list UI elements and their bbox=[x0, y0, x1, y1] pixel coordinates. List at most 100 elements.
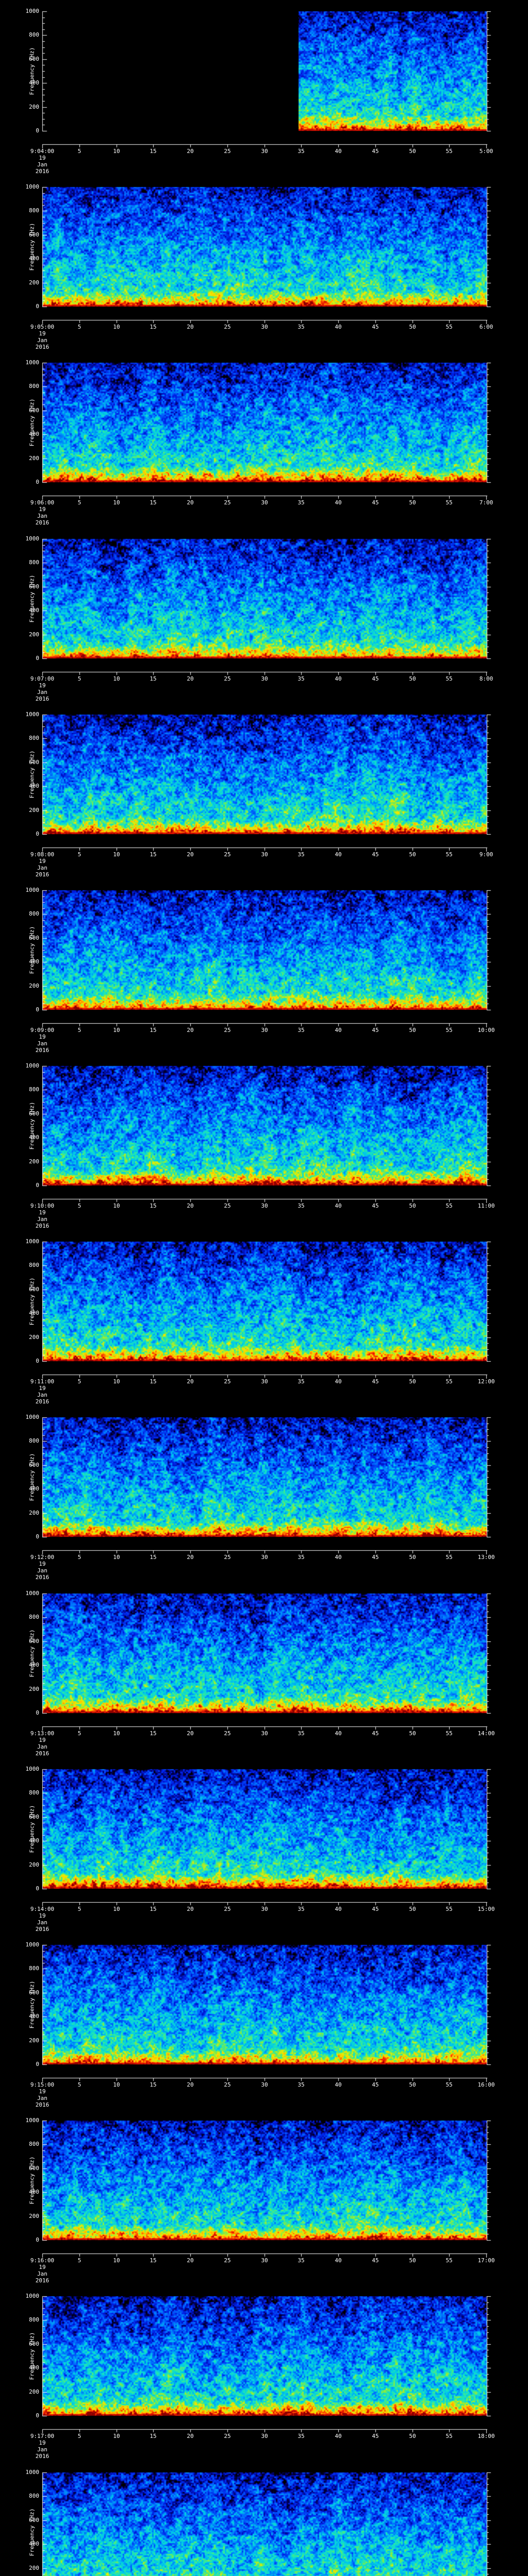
y-tick-label-800: 800 bbox=[29, 559, 39, 566]
frequency-axis-label: Frequency (Hz) bbox=[28, 1277, 36, 1326]
date-year-label: 2016 bbox=[35, 1223, 50, 1229]
start-time-label: 9:06:00 bbox=[30, 499, 55, 506]
y-tick-label-600: 600 bbox=[29, 56, 39, 62]
y-tick-label-400: 400 bbox=[29, 1485, 39, 1492]
time-tick-label-20: 20 bbox=[187, 675, 194, 682]
y-tick-label-0: 0 bbox=[36, 1885, 39, 1892]
time-tick-label-15: 15 bbox=[150, 1730, 157, 1737]
time-tick-label-5: 5 bbox=[77, 675, 81, 682]
time-tick-label-30: 30 bbox=[261, 2433, 268, 2439]
date-year-label: 2016 bbox=[35, 2277, 50, 2284]
y-tick-label-1000: 1000 bbox=[25, 1414, 40, 1420]
y-tick-label-400: 400 bbox=[29, 2013, 39, 2020]
time-tick-label-50: 50 bbox=[409, 1906, 416, 1912]
time-tick-label-25: 25 bbox=[224, 2433, 231, 2439]
spectrogram-panel-6: Frequency (Hz) 1000 800 600 400 200 0 9:… bbox=[0, 879, 528, 1055]
time-tick-label-50: 50 bbox=[409, 1730, 416, 1737]
time-tick-label-10: 10 bbox=[113, 675, 120, 682]
y-tick-label-600: 600 bbox=[29, 231, 39, 238]
time-tick-label-50: 50 bbox=[409, 2433, 416, 2439]
time-tick-label-20: 20 bbox=[187, 148, 194, 155]
time-tick-label-35: 35 bbox=[298, 675, 305, 682]
y-tick-label-600: 600 bbox=[29, 2165, 39, 2172]
time-tick-label-10: 10 bbox=[113, 851, 120, 858]
time-tick-label-30: 30 bbox=[261, 1906, 268, 1912]
y-tick-label-200: 200 bbox=[29, 982, 39, 989]
y-tick-label-600: 600 bbox=[29, 1110, 39, 1117]
time-tick-label-40: 40 bbox=[335, 324, 342, 330]
time-tick-label-20: 20 bbox=[187, 2257, 194, 2264]
y-tick-label-400: 400 bbox=[29, 958, 39, 965]
time-tick-label-50: 50 bbox=[409, 2257, 416, 2264]
time-tick-label-40: 40 bbox=[335, 499, 342, 506]
date-month-label: Jan bbox=[37, 513, 47, 519]
time-tick-label-15: 15 bbox=[150, 324, 157, 330]
time-tick-label-35: 35 bbox=[298, 1906, 305, 1912]
y-tick-label-600: 600 bbox=[29, 583, 39, 590]
y-tick-label-0: 0 bbox=[36, 1006, 39, 1013]
spectrogram-panel-3: Frequency (Hz) 1000 800 600 400 200 0 9:… bbox=[0, 351, 528, 528]
start-time-label: 9:07:00 bbox=[30, 675, 55, 682]
time-tick-label-25: 25 bbox=[224, 324, 231, 330]
time-tick-label-25: 25 bbox=[224, 1027, 231, 1033]
y-tick-label-600: 600 bbox=[29, 1286, 39, 1293]
time-tick-label-20: 20 bbox=[187, 1027, 194, 1033]
date-day-label: 19 bbox=[39, 1385, 46, 1392]
time-tick-label-25: 25 bbox=[224, 1554, 231, 1561]
time-tick-label-40: 40 bbox=[335, 675, 342, 682]
end-time-label: 10:00 bbox=[477, 1027, 495, 1033]
time-tick-label-50: 50 bbox=[409, 148, 416, 155]
y-tick-label-200: 200 bbox=[29, 2388, 39, 2395]
y-tick-label-600: 600 bbox=[29, 1638, 39, 1645]
time-tick-label-10: 10 bbox=[113, 2081, 120, 2088]
end-time-label: 18:00 bbox=[477, 2433, 495, 2439]
y-tick-label-400: 400 bbox=[29, 1837, 39, 1844]
date-day-label: 19 bbox=[39, 1561, 46, 1567]
time-tick-label-40: 40 bbox=[335, 1027, 342, 1033]
y-tick-label-600: 600 bbox=[29, 1814, 39, 1820]
start-time-label: 9:08:00 bbox=[30, 851, 55, 858]
date-month-label: Jan bbox=[37, 865, 47, 871]
y-tick-label-600: 600 bbox=[29, 935, 39, 941]
start-time-label: 9:14:00 bbox=[30, 1906, 55, 1912]
time-tick-label-15: 15 bbox=[150, 499, 157, 506]
time-tick-label-35: 35 bbox=[298, 2081, 305, 2088]
time-tick-label-20: 20 bbox=[187, 2433, 194, 2439]
y-tick-label-0: 0 bbox=[36, 831, 39, 837]
time-tick-label-25: 25 bbox=[224, 1906, 231, 1912]
y-tick-label-800: 800 bbox=[29, 1789, 39, 1796]
date-day-label: 19 bbox=[39, 1209, 46, 1216]
y-tick-label-800: 800 bbox=[29, 207, 39, 214]
time-tick-label-45: 45 bbox=[372, 851, 379, 858]
spectrogram-panel-9: Frequency (Hz) 1000 800 600 400 200 0 9:… bbox=[0, 1406, 528, 1582]
time-tick-label-20: 20 bbox=[187, 324, 194, 330]
date-year-label: 2016 bbox=[35, 1750, 50, 1757]
y-tick-label-400: 400 bbox=[29, 783, 39, 789]
frequency-axis-label: Frequency (Hz) bbox=[28, 1629, 36, 1677]
y-tick-label-0: 0 bbox=[36, 2061, 39, 2067]
date-day-label: 19 bbox=[39, 330, 46, 337]
time-tick-label-25: 25 bbox=[224, 1378, 231, 1385]
time-tick-label-15: 15 bbox=[150, 1378, 157, 1385]
date-month-label: Jan bbox=[37, 1743, 47, 1750]
y-tick-label-1000: 1000 bbox=[25, 1062, 40, 1069]
time-tick-label-50: 50 bbox=[409, 1202, 416, 1209]
time-tick-label-25: 25 bbox=[224, 1202, 231, 1209]
date-day-label: 19 bbox=[39, 1033, 46, 1040]
time-tick-label-50: 50 bbox=[409, 1027, 416, 1033]
time-tick-label-45: 45 bbox=[372, 148, 379, 155]
date-day-label: 19 bbox=[39, 2088, 46, 2095]
time-tick-label-40: 40 bbox=[335, 148, 342, 155]
y-tick-label-800: 800 bbox=[29, 2316, 39, 2323]
date-year-label: 2016 bbox=[35, 1047, 50, 1054]
time-tick-label-30: 30 bbox=[261, 851, 268, 858]
time-tick-label-55: 55 bbox=[446, 1202, 453, 1209]
time-tick-label-5: 5 bbox=[77, 324, 81, 330]
time-tick-label-10: 10 bbox=[113, 2433, 120, 2439]
y-tick-label-1000: 1000 bbox=[25, 1941, 40, 1948]
y-tick-label-200: 200 bbox=[29, 1861, 39, 1868]
time-tick-label-10: 10 bbox=[113, 148, 120, 155]
time-tick-label-10: 10 bbox=[113, 1730, 120, 1737]
y-tick-label-200: 200 bbox=[29, 104, 39, 110]
y-tick-label-200: 200 bbox=[29, 455, 39, 462]
